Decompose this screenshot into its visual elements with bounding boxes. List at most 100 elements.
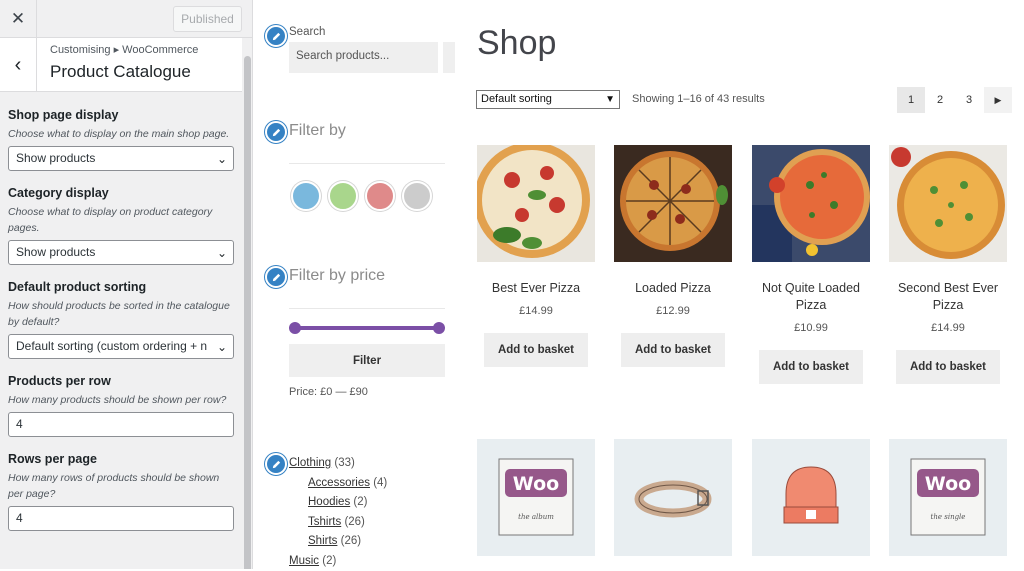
setting-label: Default product sorting [8, 280, 234, 294]
product-name[interactable]: Best Ever Pizza [477, 280, 595, 297]
category-list: Clothing (33) Accessories (4) Hoodies (2… [289, 454, 387, 571]
product-image-woo-album[interactable]: Woo the album [477, 439, 595, 556]
select-value: Show products [16, 151, 95, 165]
product-name[interactable]: Not Quite Loaded Pizza [752, 280, 870, 314]
next-page-icon[interactable]: ▶ [984, 87, 1012, 113]
chevron-down-icon: ▼ [605, 92, 615, 107]
setting-products-per-row: Products per row How many products shoul… [8, 374, 234, 437]
setting-label: Category display [8, 186, 234, 200]
edit-pencil-icon[interactable] [265, 25, 287, 47]
product-card: Loaded Pizza £12.99 Add to basket [614, 145, 732, 367]
panel-scrollbar[interactable] [242, 38, 253, 569]
woo-logo-text: Woo [925, 473, 971, 495]
section-header: ‹ Customising ▸ WooCommerce Product Cata… [0, 38, 242, 92]
price-slider-range [294, 326, 440, 330]
filter-button[interactable]: Filter [289, 344, 445, 377]
category-count: (26) [341, 535, 361, 547]
products-per-row-input[interactable]: 4 [8, 412, 234, 437]
page-number[interactable]: 3 [955, 87, 983, 113]
chevron-down-icon: ⌄ [217, 148, 227, 171]
color-swatch-green[interactable] [328, 181, 358, 211]
setting-label: Rows per page [8, 452, 234, 466]
color-swatch-red[interactable] [365, 181, 395, 211]
back-arrow-icon[interactable]: ‹ [0, 38, 37, 92]
category-link[interactable]: Shirts [308, 535, 337, 547]
product-card: Second Best Ever Pizza £14.99 Add to bas… [889, 145, 1007, 384]
divider [289, 308, 445, 309]
setting-label: Shop page display [8, 108, 234, 122]
product-card: Best Ever Pizza £14.99 Add to basket [477, 145, 595, 367]
publish-button[interactable]: Published [173, 6, 242, 32]
category-link[interactable]: Tshirts [308, 516, 341, 528]
product-image-pizza[interactable] [752, 145, 870, 262]
add-to-basket-button[interactable]: Add to basket [896, 350, 1000, 384]
edit-pencil-icon[interactable] [265, 266, 287, 288]
add-to-basket-button[interactable]: Add to basket [484, 333, 588, 367]
setting-description: Choose what to display on the main shop … [8, 126, 234, 142]
sort-select[interactable]: Default sorting ▼ [476, 90, 620, 109]
setting-description: How many rows of products should be show… [8, 470, 234, 502]
price-slider-max-handle[interactable] [433, 322, 445, 334]
setting-description: Choose what to display on product catego… [8, 204, 234, 236]
add-to-basket-button[interactable]: Add to basket [759, 350, 863, 384]
product-image-beanie[interactable] [752, 439, 870, 556]
category-item: Music (2) [289, 552, 387, 571]
product-price: £12.99 [614, 305, 732, 317]
product-price: £14.99 [889, 322, 1007, 334]
divider [289, 163, 445, 164]
page-title: Shop [477, 24, 556, 63]
page-number[interactable]: 2 [926, 87, 954, 113]
customizer-panel: ✕ Published ‹ Customising ▸ WooCommerce … [0, 0, 253, 569]
product-name[interactable]: Loaded Pizza [614, 280, 732, 297]
product-price: £10.99 [752, 322, 870, 334]
product-image-pizza[interactable] [889, 145, 1007, 262]
select-value: Default sorting (custom ordering + n [16, 339, 207, 353]
setting-shop-page-display: Shop page display Choose what to display… [8, 108, 234, 171]
product-image-belt[interactable] [614, 439, 732, 556]
category-count: (2) [353, 496, 367, 508]
setting-label: Products per row [8, 374, 234, 388]
product-name[interactable]: Second Best Ever Pizza [889, 280, 1007, 314]
search-input[interactable]: Search products... [289, 42, 438, 73]
category-count: (2) [322, 555, 336, 567]
edit-pencil-icon[interactable] [265, 453, 287, 475]
category-count: (26) [344, 516, 364, 528]
search-button[interactable] [443, 42, 455, 73]
shop-page-display-select[interactable]: Show products ⌄ [8, 146, 234, 171]
shop-sidebar: Search Search products... Filter by Filt… [253, 0, 465, 569]
category-link[interactable]: Clothing [289, 457, 331, 469]
woo-logo-text: Woo [513, 473, 559, 495]
select-value: Default sorting [481, 93, 552, 105]
rows-per-page-input[interactable]: 4 [8, 506, 234, 531]
category-item: Clothing (33) [289, 454, 387, 474]
edit-pencil-icon[interactable] [265, 121, 287, 143]
pagination: 1 2 3 ▶ [897, 87, 1012, 113]
category-link[interactable]: Music [289, 555, 319, 567]
shop-main: Shop Default sorting ▼ Showing 1–16 of 4… [465, 0, 1024, 569]
category-link[interactable]: Accessories [308, 477, 370, 489]
category-display-select[interactable]: Show products⌄ [8, 240, 234, 265]
product-image-woo-single[interactable]: Woo the single [889, 439, 1007, 556]
setting-description: How should products be sorted in the cat… [8, 298, 234, 330]
category-item: Hoodies (2) [289, 493, 387, 513]
scrollbar-thumb[interactable] [244, 56, 251, 569]
category-count: (33) [334, 457, 354, 469]
default-sorting-select[interactable]: Default sorting (custom ordering + n⌄ [8, 334, 234, 359]
color-swatch-gray[interactable] [402, 181, 432, 211]
price-slider-min-handle[interactable] [289, 322, 301, 334]
color-swatch-blue[interactable] [291, 181, 321, 211]
price-range-text: Price: £0 — £90 [289, 386, 368, 398]
category-link[interactable]: Hoodies [308, 496, 350, 508]
customizer-topbar: ✕ Published [0, 0, 253, 38]
category-item: Tshirts (26) [289, 513, 387, 533]
section-title: Product Catalogue [50, 62, 191, 82]
product-image-pizza[interactable] [477, 145, 595, 262]
setting-default-sorting: Default product sorting How should produ… [8, 280, 234, 359]
close-icon[interactable]: ✕ [0, 0, 37, 37]
add-to-basket-button[interactable]: Add to basket [621, 333, 725, 367]
category-item: Accessories (4) [289, 474, 387, 494]
page-number[interactable]: 1 [897, 87, 925, 113]
product-price: £14.99 [477, 305, 595, 317]
product-image-pizza[interactable] [614, 145, 732, 262]
setting-category-display: Category display Choose what to display … [8, 186, 234, 265]
